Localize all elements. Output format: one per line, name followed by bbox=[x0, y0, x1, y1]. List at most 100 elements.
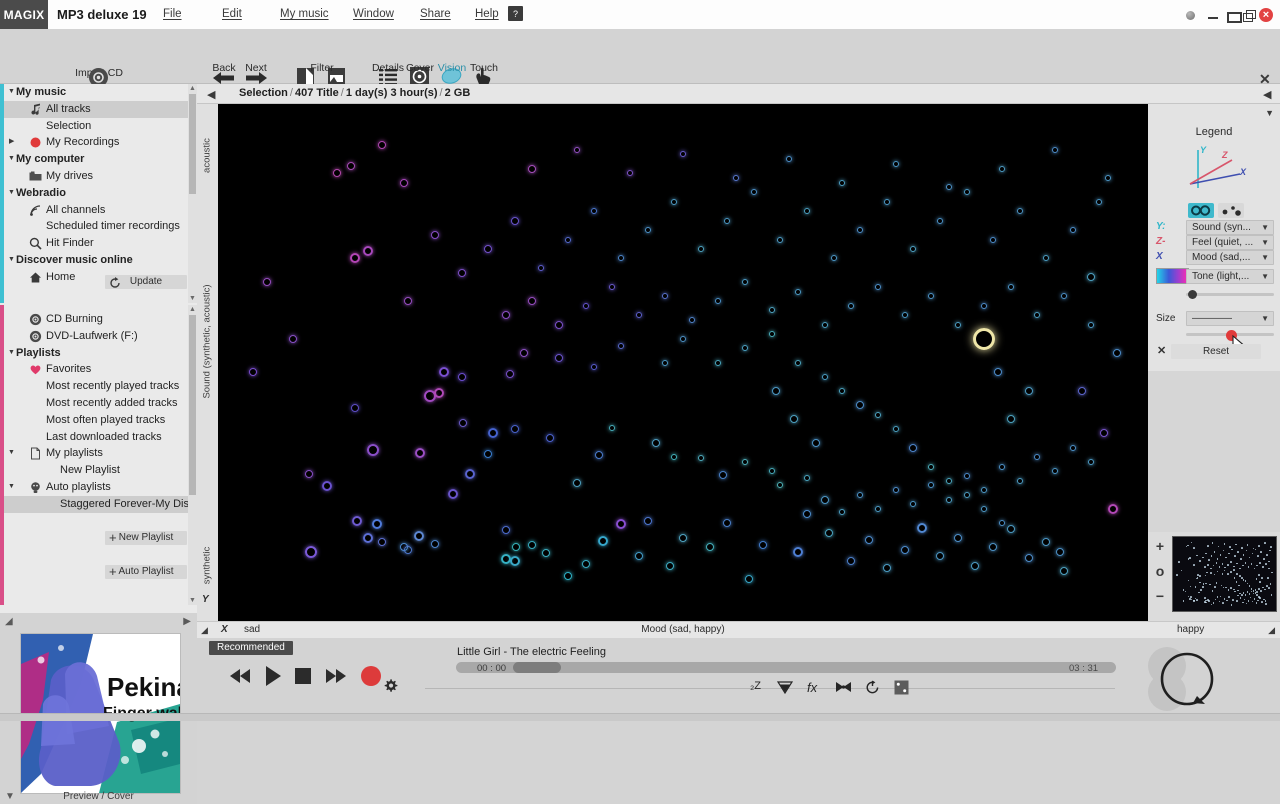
scatter-point[interactable] bbox=[1059, 566, 1068, 575]
play-button[interactable] bbox=[263, 665, 283, 687]
scatter-point[interactable] bbox=[847, 557, 856, 566]
scatter-point[interactable] bbox=[901, 312, 908, 319]
scatter-point[interactable] bbox=[644, 227, 651, 234]
scatter-point[interactable] bbox=[671, 454, 678, 461]
sidebar-group-my-music[interactable]: ▼ My music bbox=[4, 84, 197, 101]
sidebar-item-most-recently-added[interactable]: Most recently added tracks bbox=[4, 395, 197, 412]
plus-icon[interactable]: + bbox=[109, 531, 117, 545]
scatter-point[interactable] bbox=[839, 179, 846, 186]
auto-playlist-button[interactable]: Auto Playlist bbox=[105, 565, 187, 579]
scatter-point[interactable] bbox=[917, 523, 928, 534]
scatter-point[interactable] bbox=[1077, 386, 1086, 395]
chevron-down-icon[interactable]: ▼ bbox=[8, 479, 15, 496]
scatter-point[interactable] bbox=[1099, 429, 1108, 438]
scatter-point[interactable] bbox=[989, 542, 998, 551]
scatter-point[interactable] bbox=[457, 268, 466, 277]
scatter-point[interactable] bbox=[772, 386, 781, 395]
scatter-point[interactable] bbox=[563, 572, 572, 581]
scroll-up-icon[interactable]: ▲ bbox=[189, 85, 196, 92]
scatter-point[interactable] bbox=[1024, 386, 1033, 395]
scatter-point[interactable] bbox=[447, 488, 458, 499]
scatter-point[interactable] bbox=[973, 327, 996, 350]
scatter-point[interactable] bbox=[804, 474, 811, 481]
scatter-point[interactable] bbox=[528, 164, 537, 173]
scatter-point[interactable] bbox=[821, 373, 828, 380]
scatter-point[interactable] bbox=[998, 520, 1005, 527]
color-intensity-slider[interactable] bbox=[1186, 293, 1274, 296]
scatter-point[interactable] bbox=[697, 245, 704, 252]
scatter-point[interactable] bbox=[705, 542, 714, 551]
scatter-point[interactable] bbox=[1055, 547, 1064, 556]
scatter-point[interactable] bbox=[665, 561, 674, 570]
scatter-point[interactable] bbox=[1042, 538, 1051, 547]
scatter-point[interactable] bbox=[718, 470, 727, 479]
scatter-point[interactable] bbox=[457, 372, 466, 381]
chevron-down-icon[interactable]: ▼ bbox=[8, 84, 15, 101]
restore-button[interactable] bbox=[1243, 8, 1257, 22]
plot-resize-handle-icon[interactable]: ◢ bbox=[201, 625, 208, 636]
scatter-point[interactable] bbox=[688, 316, 695, 323]
scatter-point[interactable] bbox=[892, 487, 899, 494]
scatter-point[interactable] bbox=[598, 536, 609, 547]
previous-button[interactable] bbox=[229, 666, 253, 686]
sidebar-item-cd-burning[interactable]: CD Burning bbox=[4, 311, 197, 328]
scatter-point[interactable] bbox=[501, 526, 510, 535]
scroll-down-icon[interactable]: ▼ bbox=[189, 295, 196, 302]
sidebar-scrollbar-top[interactable]: ▲ ▼ bbox=[188, 84, 197, 303]
cover-next-icon[interactable]: ▶ bbox=[183, 616, 191, 627]
scatter-point[interactable] bbox=[1024, 554, 1033, 563]
scatter-point[interactable] bbox=[541, 549, 550, 558]
scatter-point[interactable] bbox=[945, 496, 952, 503]
close-button[interactable]: × bbox=[1259, 8, 1273, 22]
scatter-point[interactable] bbox=[377, 538, 386, 547]
sleep-button[interactable]: ₂Z bbox=[750, 680, 761, 692]
scatter-point[interactable] bbox=[643, 516, 652, 525]
scatter-point[interactable] bbox=[289, 334, 298, 343]
vision-button[interactable]: Vision bbox=[436, 62, 468, 74]
scatter-point[interactable] bbox=[723, 519, 732, 528]
scatter-point[interactable] bbox=[510, 216, 519, 225]
scatter-point[interactable] bbox=[430, 230, 439, 239]
scatter-point[interactable] bbox=[945, 477, 952, 484]
scatter-point[interactable] bbox=[745, 574, 754, 583]
scatter-point[interactable] bbox=[581, 560, 590, 569]
scatter-point[interactable] bbox=[528, 541, 537, 550]
legend-collapse-icon[interactable]: ▼ bbox=[1265, 108, 1274, 118]
scatter-point[interactable] bbox=[963, 473, 970, 480]
z-dimension-dropdown[interactable]: Feel (quiet, ... ▼ bbox=[1186, 235, 1274, 250]
scatter-point[interactable] bbox=[554, 353, 563, 362]
scatter-point[interactable] bbox=[662, 359, 669, 366]
scatter-point[interactable] bbox=[963, 491, 970, 498]
sidebar-group-discover-music-online[interactable]: ▼ Discover music online bbox=[4, 252, 197, 269]
sidebar-item-new-playlist[interactable]: New Playlist bbox=[4, 462, 197, 479]
scatter-point[interactable] bbox=[971, 561, 980, 570]
scatter-point[interactable] bbox=[715, 359, 722, 366]
scatter-point[interactable] bbox=[652, 438, 661, 447]
scatter-point[interactable] bbox=[635, 312, 642, 319]
scrollbar-thumb[interactable] bbox=[189, 94, 196, 194]
scatter-point[interactable] bbox=[591, 364, 598, 371]
scatter-point[interactable] bbox=[1007, 283, 1014, 290]
scatter-point[interactable] bbox=[928, 482, 935, 489]
chevron-down-icon[interactable]: ▼ bbox=[8, 445, 15, 462]
scatter-point[interactable] bbox=[1069, 227, 1076, 234]
scatter-point[interactable] bbox=[1016, 208, 1023, 215]
chevron-down-icon[interactable]: ▼ bbox=[8, 185, 15, 202]
scatter-point[interactable] bbox=[777, 482, 784, 489]
scatter-point[interactable] bbox=[413, 530, 424, 541]
record-button[interactable] bbox=[360, 665, 382, 687]
menu-my-music[interactable]: My music bbox=[280, 8, 329, 20]
scatter-point[interactable] bbox=[936, 217, 943, 224]
settings-dot-icon[interactable] bbox=[1186, 11, 1195, 20]
scatter-point[interactable] bbox=[910, 501, 917, 508]
sidebar-item-selection[interactable]: Selection bbox=[4, 118, 197, 135]
equalizer-icon[interactable] bbox=[777, 681, 793, 694]
scatter-point[interactable] bbox=[998, 165, 1005, 172]
color-dimension-dropdown[interactable]: Tone (light,... ▼ bbox=[1186, 269, 1274, 284]
new-playlist-button[interactable]: New Playlist bbox=[105, 531, 187, 545]
repeat-icon[interactable] bbox=[865, 680, 880, 695]
scatter-point[interactable] bbox=[750, 189, 757, 196]
sidebar-item-my-recordings[interactable]: ▶ My Recordings bbox=[4, 134, 197, 151]
scatter-point[interactable] bbox=[1034, 312, 1041, 319]
scatter-point[interactable] bbox=[1069, 444, 1076, 451]
